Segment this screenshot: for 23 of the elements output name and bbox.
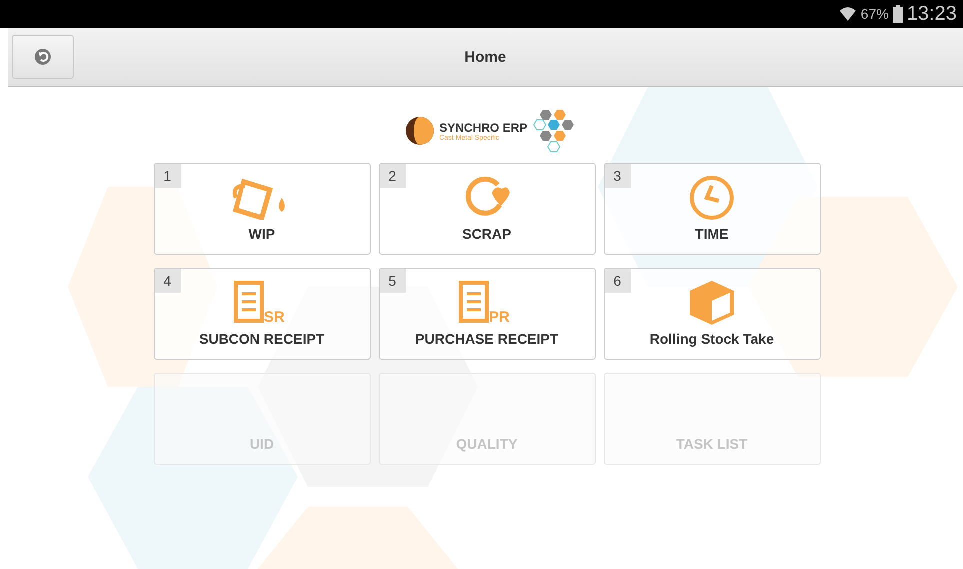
box-icon (687, 279, 737, 327)
back-icon (35, 49, 51, 65)
tile-number: 5 (380, 269, 406, 293)
back-button[interactable] (12, 35, 74, 79)
battery-icon (892, 5, 903, 23)
menu-tile[interactable]: 2 SCRAP (378, 163, 596, 255)
tile-number: 3 (604, 164, 630, 188)
menu-tile[interactable]: 3 TIME (604, 163, 820, 255)
wifi-icon (838, 5, 857, 23)
tile-number: 1 (154, 164, 180, 188)
logo-name: SYNCHRO ERP (439, 120, 528, 134)
clock-icon (689, 175, 735, 221)
clock-time: 13:23 (906, 2, 957, 26)
sphere-logo-icon (405, 116, 436, 146)
battery-percentage: 67% (860, 6, 889, 22)
menu-tile[interactable]: 1 WIP (154, 163, 370, 255)
page-title: Home (464, 48, 508, 66)
menu-tile[interactable]: 5 PR PURCHASE RECEIPT (378, 268, 596, 360)
tile-number: 6 (604, 269, 630, 293)
tile-number: 2 (380, 164, 406, 188)
menu-tile[interactable]: 4 SR SUBCON RECEIPT (154, 268, 370, 360)
menu-tile[interactable]: 6 Rolling Stock Take (604, 268, 820, 360)
tile-number: 4 (154, 269, 180, 293)
